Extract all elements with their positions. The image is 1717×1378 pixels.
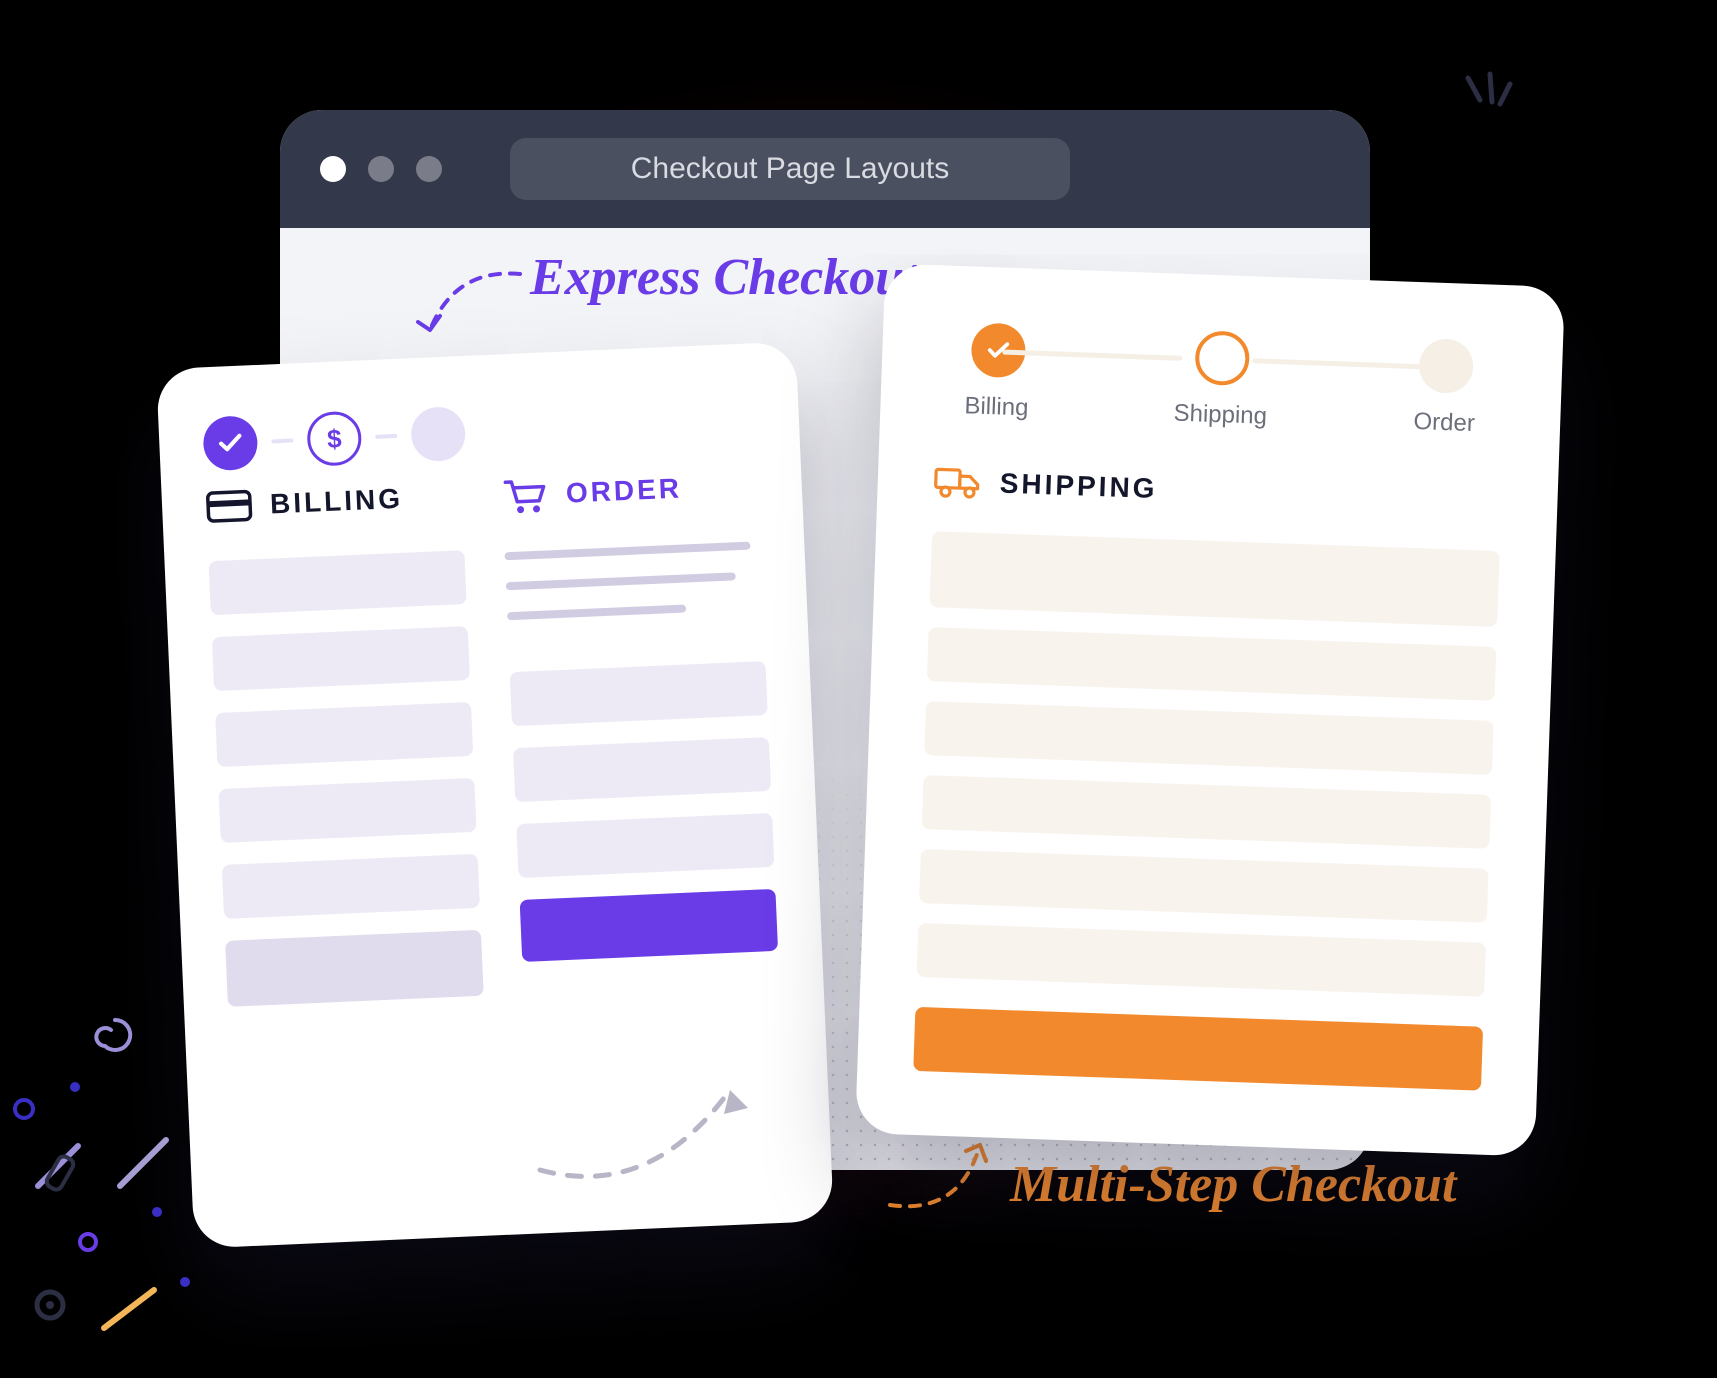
step-indicator-upcoming (410, 406, 466, 462)
form-field-placeholder (919, 849, 1489, 923)
window-title: Checkout Page Layouts (631, 152, 950, 186)
step-label: Shipping (1173, 400, 1267, 431)
text-placeholder-line (504, 542, 750, 561)
billing-column: BILLING (205, 478, 483, 1007)
form-field-placeholder (215, 702, 473, 767)
doodle-circle-icon (30, 1285, 70, 1325)
step-billing: Billing (936, 321, 1059, 423)
step-connector (375, 434, 397, 439)
doodle-circle-icon (76, 1230, 100, 1254)
doodle-dot-icon (150, 1205, 164, 1219)
form-field-placeholder (510, 661, 768, 726)
form-field-placeholder (513, 737, 771, 802)
form-field-placeholder (222, 854, 480, 919)
form-field-placeholder (924, 701, 1494, 775)
cart-icon (501, 474, 549, 516)
step-connector (271, 438, 293, 443)
submit-button-placeholder (520, 889, 778, 962)
form-field-placeholder (209, 550, 467, 615)
doodle-spiral-icon (90, 1010, 140, 1060)
step-label: Billing (964, 392, 1029, 422)
form-field-placeholder (917, 923, 1487, 997)
doodle-dot-icon (68, 1080, 82, 1094)
submit-button-placeholder (913, 1007, 1483, 1091)
shipping-section: SHIPPING (855, 431, 1559, 1148)
form-field-placeholder (218, 778, 476, 843)
traffic-dot-icon (320, 156, 346, 182)
doodle-dot-icon (178, 1275, 192, 1289)
step-order: Order (1384, 337, 1507, 439)
text-placeholder-line (507, 604, 686, 620)
express-checkout-card: $ BILLING ORDER (156, 341, 834, 1248)
doodle-rect-icon (42, 1150, 90, 1198)
text-placeholder-line (506, 572, 737, 590)
form-field-placeholder (927, 627, 1497, 701)
order-title: ORDER (565, 473, 682, 510)
dollar-icon: $ (326, 423, 342, 455)
step-shipping: Shipping (1160, 329, 1283, 431)
billing-title: BILLING (269, 483, 403, 521)
form-field-placeholder (929, 531, 1499, 627)
shipping-title: SHIPPING (999, 468, 1158, 505)
traffic-dot-icon (416, 156, 442, 182)
address-bar: Checkout Page Layouts (510, 138, 1070, 200)
credit-card-icon (205, 487, 253, 525)
doodle-slash-icon (96, 1280, 166, 1340)
doodle-slash-icon (110, 1130, 180, 1200)
doodle-sparkle-top-right (1450, 70, 1520, 140)
step-indicator-current: $ (306, 411, 362, 467)
order-column: ORDER (501, 465, 779, 994)
multistep-checkout-card: Billing Shipping Order SHIPPING (855, 263, 1565, 1156)
doodle-slash-icon (30, 1138, 90, 1198)
step-indicator-complete (202, 415, 258, 471)
traffic-dot-icon (368, 156, 394, 182)
form-field-placeholder (225, 930, 484, 1007)
check-icon (216, 429, 245, 458)
traffic-lights (320, 156, 442, 182)
step-label: Order (1413, 408, 1475, 438)
truck-icon (933, 463, 982, 501)
form-field-placeholder (212, 626, 470, 691)
doodle-circle-icon (10, 1095, 38, 1123)
form-field-placeholder (516, 813, 774, 878)
step-indicator-current (1194, 330, 1250, 386)
multistep-steps: Billing Shipping Order (880, 263, 1565, 455)
form-field-placeholder (922, 775, 1492, 849)
browser-header: Checkout Page Layouts (280, 110, 1370, 228)
